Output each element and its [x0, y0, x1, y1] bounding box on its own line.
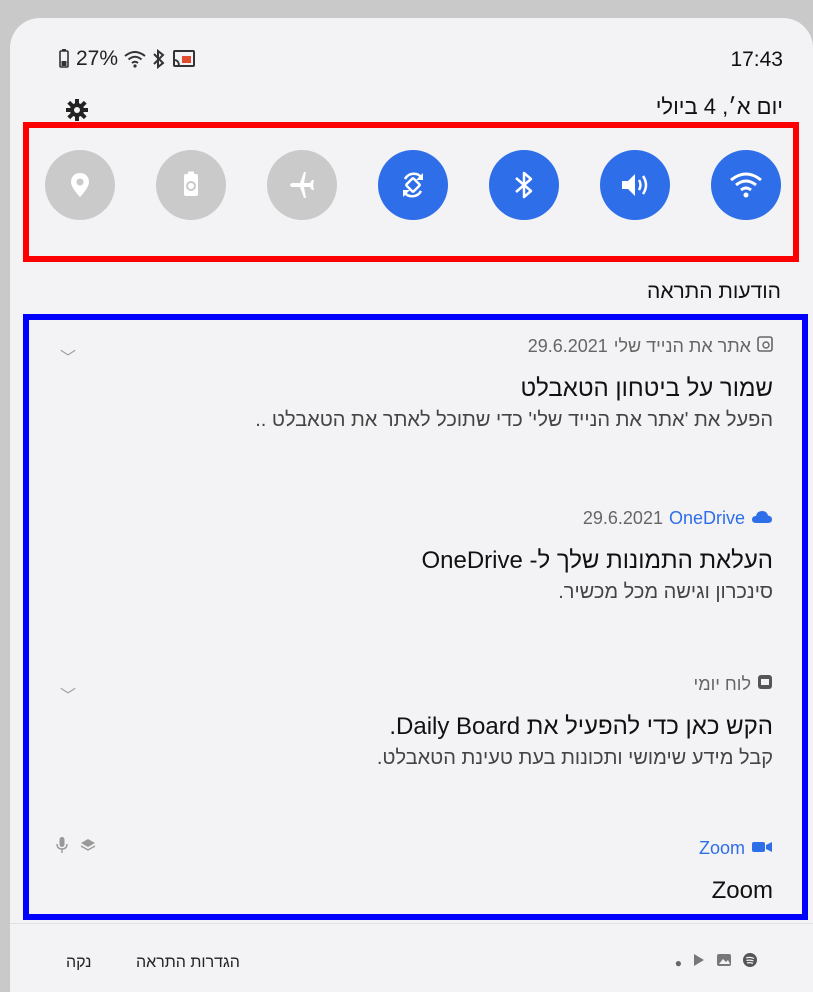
spotify-icon — [742, 952, 758, 973]
zoom-status-icons — [56, 836, 96, 859]
auto-rotate-toggle[interactable] — [378, 150, 448, 220]
date-label: יום א׳, 4 ביולי — [655, 94, 783, 119]
notification-app-name: לוח יומי — [693, 674, 751, 694]
expand-chevron-icon[interactable]: ﹀ — [60, 682, 76, 706]
layers-icon — [80, 838, 96, 857]
notification-text: קבל מידע שימושי ותכונות בעת טעינת הטאבלט… — [376, 747, 773, 769]
sound-toggle[interactable] — [600, 150, 670, 220]
bluetooth-toggle[interactable] — [489, 150, 559, 220]
notification-shade: 27% 17:43 יום א׳, 4 ביולי הודעות התראה א… — [10, 18, 813, 992]
notification-text: סינכרון וגישה מכל מכשיר. — [558, 581, 773, 603]
location-toggle[interactable] — [45, 150, 115, 220]
video-camera-icon — [751, 838, 773, 859]
notification-app-name: OneDrive — [668, 508, 745, 528]
notification-title: העלאת התמונות שלך ל- OneDrive — [421, 547, 773, 574]
battery-icon — [58, 49, 70, 69]
notification-meta: Zoom — [53, 838, 773, 859]
microphone-icon — [56, 836, 68, 859]
expand-chevron-icon[interactable]: ﹀ — [60, 344, 76, 368]
clock: 17:43 — [730, 48, 783, 71]
notification-settings-button[interactable]: הגדרות התראה — [136, 954, 240, 972]
battery-percent: 27% — [76, 47, 119, 70]
notification-title: שמור על ביטחון הטאבלט — [520, 375, 773, 402]
notification-meta: אתר את הנייד שלי 29.6.2021 — [53, 336, 773, 357]
speaker-icon — [618, 170, 652, 200]
status-icons: 27% — [58, 47, 196, 71]
wifi-toggle[interactable] — [711, 150, 781, 220]
notification-title: הקש כאן כדי להפעיל את Daily Board. — [389, 713, 773, 740]
battery-recycle-icon — [178, 170, 204, 200]
notification-text: הפעל את 'אתר את הנייד שלי' כדי שתוכל לאת… — [255, 409, 773, 431]
notification-daily-board[interactable]: לוח יומי הקש כאן כדי להפעיל את Daily Boa… — [53, 674, 773, 770]
daily-board-icon — [757, 674, 773, 695]
notification-date: 29.6.2021 — [582, 508, 663, 528]
cast-icon — [172, 49, 196, 69]
wifi-icon — [729, 171, 763, 199]
bluetooth-icon — [512, 169, 536, 201]
status-bar: 27% 17:43 — [10, 18, 813, 98]
location-pin-icon — [65, 170, 95, 200]
notification-app-name: אתר את הנייד שלי — [613, 336, 751, 356]
play-store-icon — [692, 953, 706, 972]
find-my-mobile-icon — [757, 336, 773, 357]
airplane-icon — [287, 170, 317, 200]
airplane-toggle[interactable] — [267, 150, 337, 220]
clear-button[interactable]: נקה — [66, 954, 91, 972]
battery-saver-toggle[interactable] — [156, 150, 226, 220]
notification-meta: לוח יומי — [53, 674, 773, 695]
rotate-icon — [397, 169, 429, 201]
wifi-status-icon — [124, 50, 146, 68]
notification-app-name: Zoom — [698, 838, 745, 858]
notification-date: 29.6.2021 — [527, 336, 608, 356]
dot-icon: ● — [674, 955, 682, 970]
bluetooth-status-icon — [152, 49, 166, 69]
cloud-icon — [751, 508, 773, 529]
notifications-section-title: הודעות התראה — [647, 280, 781, 303]
notification-zoom[interactable]: Zoom Zoom — [53, 838, 773, 905]
notification-meta: OneDrive 29.6.2021 — [53, 508, 773, 529]
quick-settings-row — [45, 150, 785, 224]
gallery-icon — [716, 953, 732, 972]
hidden-app-icons: ● — [675, 952, 758, 973]
notification-onedrive[interactable]: OneDrive 29.6.2021 העלאת התמונות שלך ל- … — [53, 508, 773, 604]
notification-find-my-mobile[interactable]: אתר את הנייד שלי 29.6.2021 שמור על ביטחו… — [53, 336, 773, 432]
notification-title: Zoom — [711, 877, 773, 904]
footer-bar: נקה הגדרות התראה ● — [10, 923, 813, 992]
